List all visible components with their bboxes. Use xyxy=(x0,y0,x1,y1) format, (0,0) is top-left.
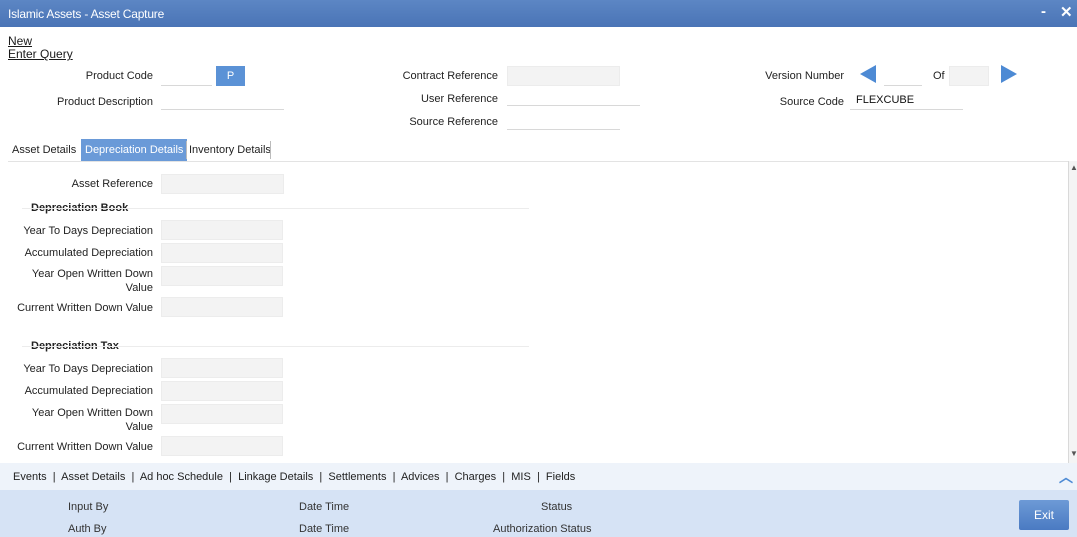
book-ytd-depreciation-label: Year To Days Depreciation xyxy=(23,225,153,237)
link-separator: | xyxy=(125,471,140,483)
product-code-field[interactable] xyxy=(161,66,212,86)
product-code-lov-button[interactable]: P xyxy=(216,66,245,86)
tab-depreciation-details[interactable]: Depreciation Details xyxy=(81,139,188,161)
window-title: Islamic Assets - Asset Capture xyxy=(8,7,165,21)
user-reference-label: User Reference xyxy=(420,93,498,105)
link-separator: | xyxy=(313,471,329,483)
version-number-label: Version Number xyxy=(765,70,844,82)
subsystem-link-charges[interactable]: Charges xyxy=(455,471,497,483)
subsystem-link-ad-hoc-schedule[interactable]: Ad hoc Schedule xyxy=(140,471,223,483)
auth-date-time-label: Date Time xyxy=(299,523,350,535)
product-description-field[interactable] xyxy=(161,90,284,110)
next-version-icon[interactable] xyxy=(1001,65,1017,83)
tax-year-open-wdv-field[interactable] xyxy=(161,404,283,424)
vertical-scrollbar[interactable]: ▲ ▼ xyxy=(1068,161,1077,463)
source-code-field[interactable]: FLEXCUBE xyxy=(850,90,963,110)
book-ytd-depreciation-field[interactable] xyxy=(161,220,283,240)
status-label: Status xyxy=(541,501,573,513)
previous-version-icon[interactable] xyxy=(860,65,876,83)
tax-accumulated-depreciation-field[interactable] xyxy=(161,381,283,401)
section-divider xyxy=(22,346,529,347)
book-accumulated-depreciation-label: Accumulated Depreciation xyxy=(24,247,153,259)
minimize-icon[interactable]: - xyxy=(1041,3,1046,20)
subsystem-links: Events | Asset Details | Ad hoc Schedule… xyxy=(13,471,575,483)
book-current-wdv-label: Current Written Down Value xyxy=(17,302,153,314)
subsystem-link-fields[interactable]: Fields xyxy=(546,471,575,483)
subsystem-link-settlements[interactable]: Settlements xyxy=(328,471,386,483)
subsystem-link-advices[interactable]: Advices xyxy=(401,471,440,483)
title-bar: Islamic Assets - Asset Capture - ✕ xyxy=(0,0,1077,27)
input-by-label: Input By xyxy=(68,501,109,513)
asset-reference-label: Asset Reference xyxy=(71,178,153,190)
product-description-label: Product Description xyxy=(57,96,153,108)
subsystem-link-asset-details[interactable]: Asset Details xyxy=(61,471,125,483)
link-separator: | xyxy=(439,471,455,483)
tax-current-wdv-field[interactable] xyxy=(161,436,283,456)
audit-footer: Input By Auth By Date Time Date Time Sta… xyxy=(0,490,1077,537)
product-code-label: Product Code xyxy=(85,70,153,82)
source-code-label: Source Code xyxy=(779,96,844,108)
subsystem-link-events[interactable]: Events xyxy=(13,471,47,483)
section-divider xyxy=(22,208,529,209)
link-separator: | xyxy=(530,471,546,483)
version-number-field[interactable] xyxy=(884,66,922,86)
book-current-wdv-field[interactable] xyxy=(161,297,283,317)
new-link[interactable]: New xyxy=(8,34,32,48)
date-time-label: Date Time xyxy=(299,501,350,513)
tax-year-open-wdv-label: Year Open Written Down xyxy=(31,407,153,419)
tax-ytd-depreciation-label: Year To Days Depreciation xyxy=(23,363,153,375)
enter-query-link[interactable]: Enter Query xyxy=(8,47,73,61)
tab-divider xyxy=(270,141,271,159)
book-year-open-wdv-label-2: Value xyxy=(125,282,153,294)
book-year-open-wdv-label: Year Open Written Down xyxy=(31,268,153,280)
collapse-up-icon[interactable]: ︿ xyxy=(1059,467,1073,487)
auth-by-label: Auth By xyxy=(68,523,107,535)
tax-year-open-wdv-label-2: Value xyxy=(125,421,153,433)
contract-reference-field[interactable] xyxy=(507,66,620,86)
link-separator: | xyxy=(222,471,239,483)
link-separator: | xyxy=(46,471,62,483)
tab-inventory-details[interactable]: Inventory Details xyxy=(185,139,275,161)
authorization-status-label: Authorization Status xyxy=(493,523,592,535)
subsystem-link-bar: Events | Asset Details | Ad hoc Schedule… xyxy=(0,463,1077,490)
link-separator: | xyxy=(496,471,512,483)
close-icon[interactable]: ✕ xyxy=(1060,3,1073,21)
asset-reference-field[interactable] xyxy=(161,174,284,194)
scroll-up-icon[interactable]: ▲ xyxy=(1070,163,1077,172)
source-reference-field[interactable] xyxy=(507,110,620,130)
subsystem-link-linkage-details[interactable]: Linkage Details xyxy=(238,471,313,483)
tab-asset-details[interactable]: Asset Details xyxy=(8,139,80,161)
book-accumulated-depreciation-field[interactable] xyxy=(161,243,283,263)
tax-ytd-depreciation-field[interactable] xyxy=(161,358,283,378)
book-year-open-wdv-field[interactable] xyxy=(161,266,283,286)
user-reference-field[interactable] xyxy=(507,86,640,106)
source-reference-label: Source Reference xyxy=(409,116,498,128)
exit-button[interactable]: Exit xyxy=(1019,500,1069,530)
link-separator: | xyxy=(386,471,401,483)
of-field xyxy=(949,66,989,86)
tax-current-wdv-label: Current Written Down Value xyxy=(17,441,153,453)
subsystem-link-mis[interactable]: MIS xyxy=(511,471,531,483)
scroll-down-icon[interactable]: ▼ xyxy=(1070,449,1077,458)
contract-reference-label: Contract Reference xyxy=(402,70,498,82)
tax-accumulated-depreciation-label: Accumulated Depreciation xyxy=(24,385,153,397)
of-label: Of xyxy=(933,70,945,82)
